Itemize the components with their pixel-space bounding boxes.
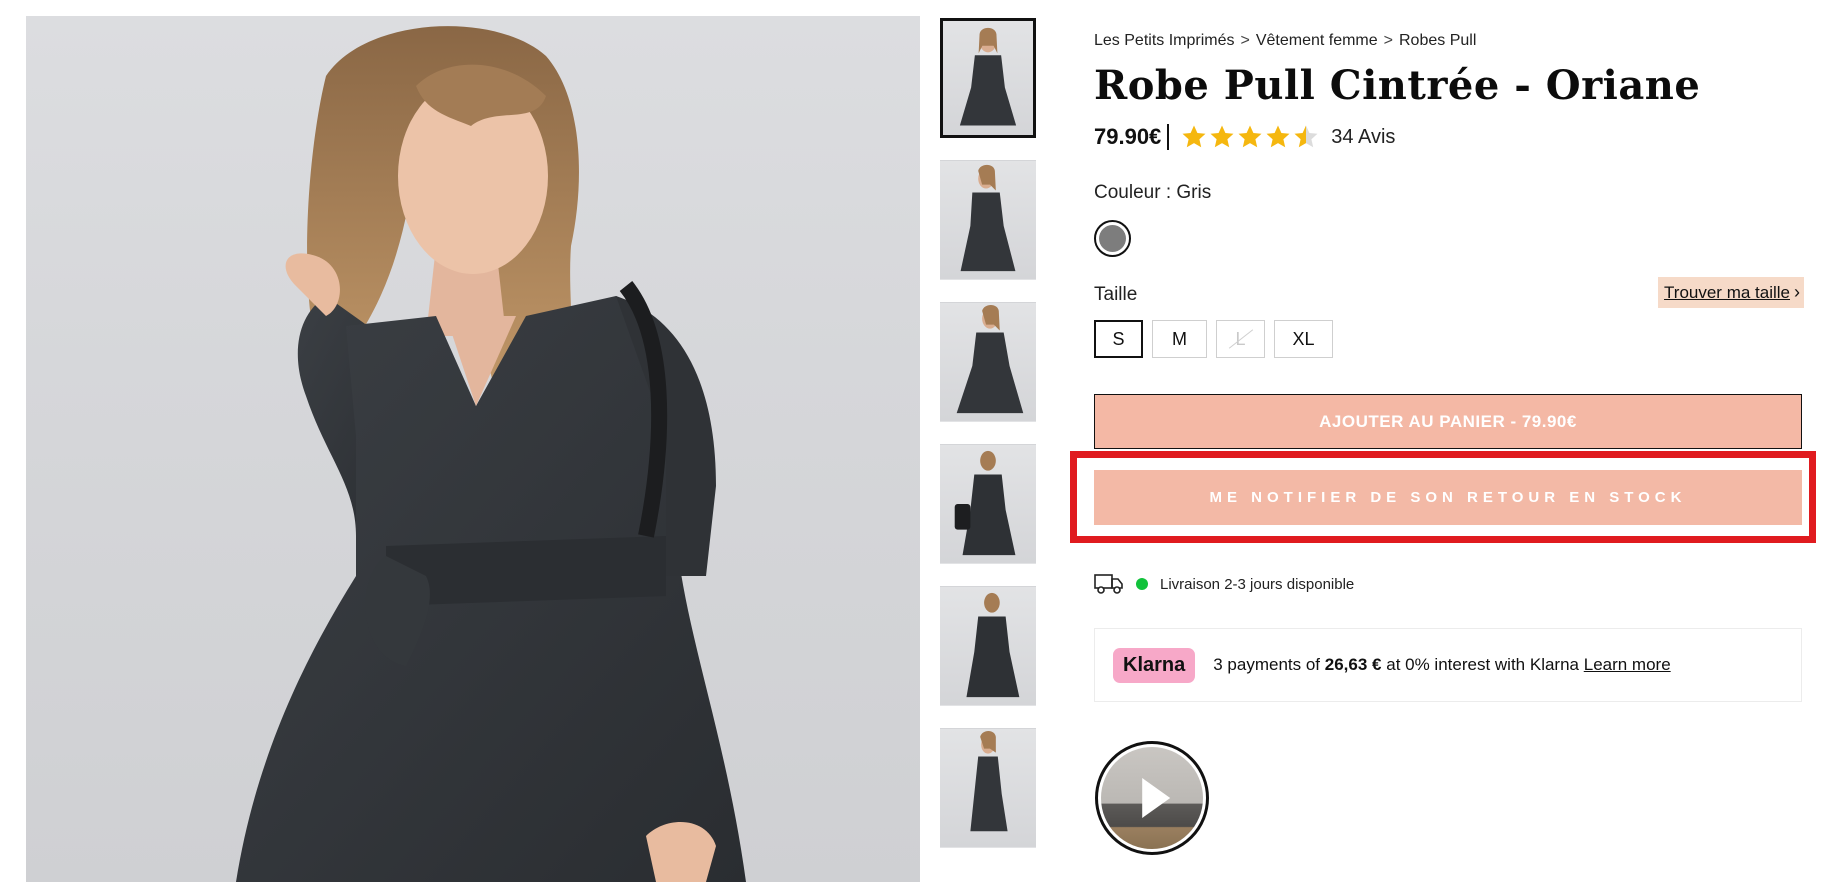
- chevron-right-icon: ›: [1794, 282, 1800, 302]
- klarna-text: 3 payments of 26,63 € at 0% interest wit…: [1213, 655, 1670, 675]
- klarna-logo: Klarna: [1113, 647, 1196, 683]
- review-count[interactable]: 34 Avis: [1331, 126, 1395, 149]
- klarna-text-before: 3 payments of: [1213, 655, 1321, 674]
- thumbnail-3[interactable]: [940, 302, 1036, 422]
- size-options: S M L XL: [1094, 320, 1342, 358]
- thumbnail-strip: [940, 18, 1036, 870]
- delivery-info: Livraison 2-3 jours disponible: [1094, 573, 1354, 595]
- video-thumbnail: [1101, 747, 1203, 849]
- klarna-learn-more-link[interactable]: Learn more: [1584, 655, 1671, 674]
- size-option-xl[interactable]: XL: [1274, 320, 1333, 358]
- thumbnail-1[interactable]: [940, 18, 1036, 138]
- size-guide-link[interactable]: Trouver ma taille ›: [1658, 277, 1804, 308]
- thumbnail-2[interactable]: [940, 160, 1036, 280]
- star-icon: [1238, 125, 1262, 148]
- color-swatch-gris[interactable]: [1094, 220, 1131, 257]
- play-icon: [1142, 778, 1171, 818]
- product-video-button[interactable]: [1095, 741, 1209, 855]
- breadcrumb-link-1[interactable]: Les Petits Imprimés: [1094, 32, 1234, 49]
- star-icon: [1266, 125, 1290, 148]
- swatch-fill: [1099, 225, 1126, 252]
- klarna-amount: 26,63 €: [1324, 655, 1382, 674]
- breadcrumb-separator: >: [1383, 32, 1393, 49]
- main-product-image[interactable]: [26, 16, 920, 882]
- color-label: Couleur : Gris: [1094, 182, 1212, 203]
- breadcrumb-link-2[interactable]: Vêtement femme: [1256, 32, 1378, 49]
- size-guide-label: Trouver ma taille: [1664, 283, 1790, 302]
- thumbnail-4[interactable]: [940, 444, 1036, 564]
- product-price: 79.90€: [1094, 124, 1162, 149]
- star-icon: [1210, 125, 1234, 148]
- thumbnail-5[interactable]: [940, 586, 1036, 706]
- truck-icon: [1094, 574, 1123, 594]
- klarna-text-after: at 0% interest with Klarna: [1386, 655, 1579, 674]
- delivery-text: Livraison 2-3 jours disponible: [1160, 575, 1355, 593]
- star-icon: [1182, 125, 1206, 148]
- add-to-cart-button[interactable]: AJOUTER AU PANIER - 79.90€: [1094, 394, 1802, 449]
- breadcrumb-separator: >: [1240, 32, 1250, 49]
- model-illustration: [236, 26, 746, 882]
- breadcrumb-link-3[interactable]: Robes Pull: [1399, 32, 1476, 49]
- thumbnail-6[interactable]: [940, 728, 1036, 848]
- in-stock-dot: [1136, 578, 1148, 590]
- price-rating-row: 79.90€ 34 Avis: [1094, 124, 1395, 150]
- size-option-l[interactable]: L: [1216, 320, 1265, 358]
- size-option-m[interactable]: M: [1152, 320, 1207, 358]
- notify-back-in-stock-button[interactable]: ME NOTIFIER DE SON RETOUR EN STOCK: [1094, 470, 1802, 525]
- size-label: Taille: [1094, 284, 1138, 305]
- breadcrumb: Les Petits Imprimés > Vêtement femme > Robes…: [1094, 32, 1476, 50]
- star-icon: [1294, 125, 1318, 148]
- klarna-banner: Klarna 3 payments of 26,63 € at 0% inter…: [1094, 628, 1802, 702]
- product-title: Robe Pull Cintrée - Oriane: [1094, 62, 1701, 109]
- price-divider: [1167, 124, 1170, 150]
- size-option-s[interactable]: S: [1094, 320, 1143, 358]
- rating-stars[interactable]: [1181, 124, 1321, 150]
